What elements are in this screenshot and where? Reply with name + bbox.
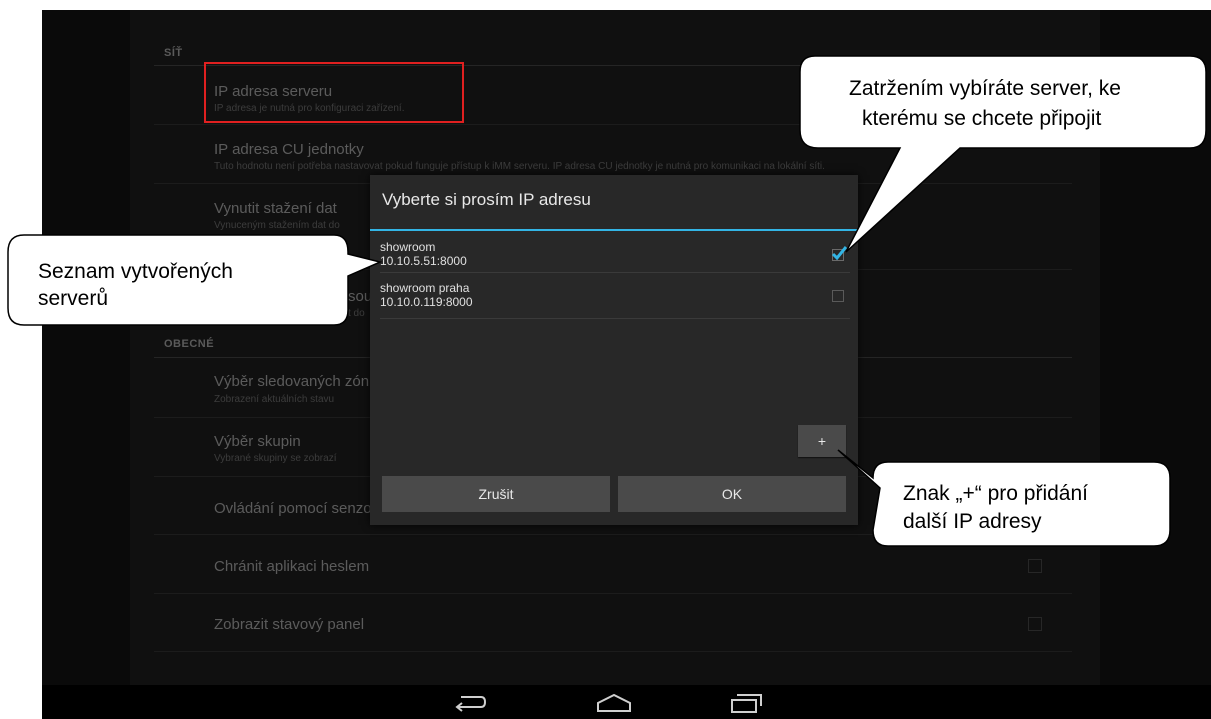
callout-text-line: kterému se chcete připojit — [862, 107, 1102, 130]
callout-text-line: Zatržením vybíráte server, ke — [849, 77, 1121, 100]
callout-text-line: Seznam vytvořených — [38, 260, 233, 283]
callout-text-line: Znak „+“ pro přidání — [903, 482, 1089, 505]
callout-text-line: serverů — [38, 287, 109, 310]
callout-text-line: další IP adresy — [903, 510, 1042, 533]
